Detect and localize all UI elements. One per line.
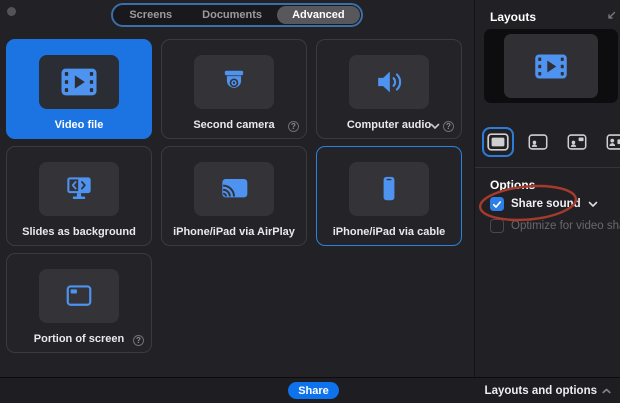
- share-sound-label: Share sound: [511, 198, 581, 210]
- icon-container: [349, 55, 429, 109]
- icon-container: [194, 55, 274, 109]
- layout-pip-person[interactable]: [523, 128, 553, 156]
- icon-container: [194, 162, 274, 216]
- help-icon[interactable]: ?: [133, 335, 144, 346]
- optimize-video-option: Optimize for video sharing ?: [490, 219, 620, 233]
- layout-preview-content: [504, 34, 598, 98]
- tab-bar: Screens Documents Advanced: [111, 3, 362, 27]
- tile-extras: ?: [133, 335, 144, 346]
- layouts-panel: Layouts: [474, 0, 620, 377]
- options-title: Options: [490, 178, 535, 192]
- share-button[interactable]: Share: [288, 382, 339, 399]
- slides-monitor-icon: [59, 174, 99, 204]
- tile-slides-as-background[interactable]: Slides as background: [6, 146, 152, 246]
- icon-container: [349, 162, 429, 216]
- icon-container: [39, 269, 119, 323]
- tile-iphone-ipad-via-airplay[interactable]: iPhone/iPad via AirPlay: [161, 146, 307, 246]
- help-icon[interactable]: ?: [443, 121, 454, 132]
- tile-second-camera[interactable]: Second camera ?: [161, 39, 307, 139]
- tile-extras: ?: [288, 121, 299, 132]
- footer-bar: Share Layouts and options: [0, 377, 620, 403]
- layouts-and-options-toggle[interactable]: Layouts and options: [485, 378, 611, 403]
- tile-portion-of-screen[interactable]: Portion of screen ?: [6, 253, 152, 353]
- tile-label: Video file: [7, 119, 151, 131]
- chevron-down-icon[interactable]: [430, 123, 440, 130]
- airplay-icon: [214, 174, 254, 204]
- optimize-video-label: Optimize for video sharing: [511, 220, 620, 232]
- pip-person-layout-icon: [528, 134, 548, 150]
- phone-icon: [369, 174, 409, 204]
- layout-pip-person-content[interactable]: [562, 128, 592, 156]
- tile-extras: ?: [430, 121, 454, 132]
- layout-side-by-side[interactable]: [601, 128, 620, 156]
- portion-of-screen-icon: [59, 281, 99, 311]
- tile-video-file[interactable]: Video file: [6, 39, 152, 139]
- collapse-panel-icon[interactable]: [606, 11, 616, 21]
- tab-screens[interactable]: Screens: [114, 6, 187, 24]
- layouts-panel-title: Layouts: [490, 10, 536, 24]
- layout-preview: [484, 29, 618, 103]
- panel-divider: [475, 167, 620, 168]
- layout-fullscreen[interactable]: [482, 127, 514, 157]
- tile-label: Second camera: [162, 119, 306, 131]
- chevron-down-icon[interactable]: [588, 201, 598, 208]
- film-icon: [533, 53, 569, 80]
- tile-label: iPhone/iPad via cable: [317, 226, 461, 238]
- share-sound-checkbox[interactable]: [490, 197, 504, 211]
- tab-advanced[interactable]: Advanced: [277, 6, 360, 24]
- tile-label: Slides as background: [7, 226, 151, 238]
- side-by-side-layout-icon: [606, 134, 620, 150]
- layouts-and-options-label: Layouts and options: [485, 385, 597, 397]
- chevron-up-icon: [602, 388, 611, 394]
- help-icon[interactable]: ?: [288, 121, 299, 132]
- tile-label: Portion of screen: [7, 333, 151, 345]
- zoom-share-dialog: { "tabs": { "items": [ { "label": "Scree…: [0, 0, 620, 403]
- tile-label: iPhone/iPad via AirPlay: [162, 226, 306, 238]
- optimize-video-checkbox[interactable]: [490, 219, 504, 233]
- film-icon: [59, 67, 99, 97]
- share-options-grid: Video file Second camera ?: [6, 39, 462, 353]
- icon-container: [39, 55, 119, 109]
- layout-choices-row: [482, 127, 618, 157]
- tab-bar-container: Screens Documents Advanced: [0, 3, 474, 27]
- speaker-icon: [369, 67, 409, 97]
- share-sound-option: Share sound: [490, 197, 598, 211]
- icon-container: [39, 162, 119, 216]
- tile-iphone-ipad-via-cable[interactable]: iPhone/iPad via cable: [316, 146, 462, 246]
- pip-person-and-content-layout-icon: [567, 134, 587, 150]
- check-icon: [492, 200, 502, 209]
- dome-camera-icon: [214, 67, 254, 97]
- tab-documents[interactable]: Documents: [187, 6, 277, 24]
- fullscreen-layout-icon: [487, 133, 509, 151]
- tile-computer-audio[interactable]: Computer audio ?: [316, 39, 462, 139]
